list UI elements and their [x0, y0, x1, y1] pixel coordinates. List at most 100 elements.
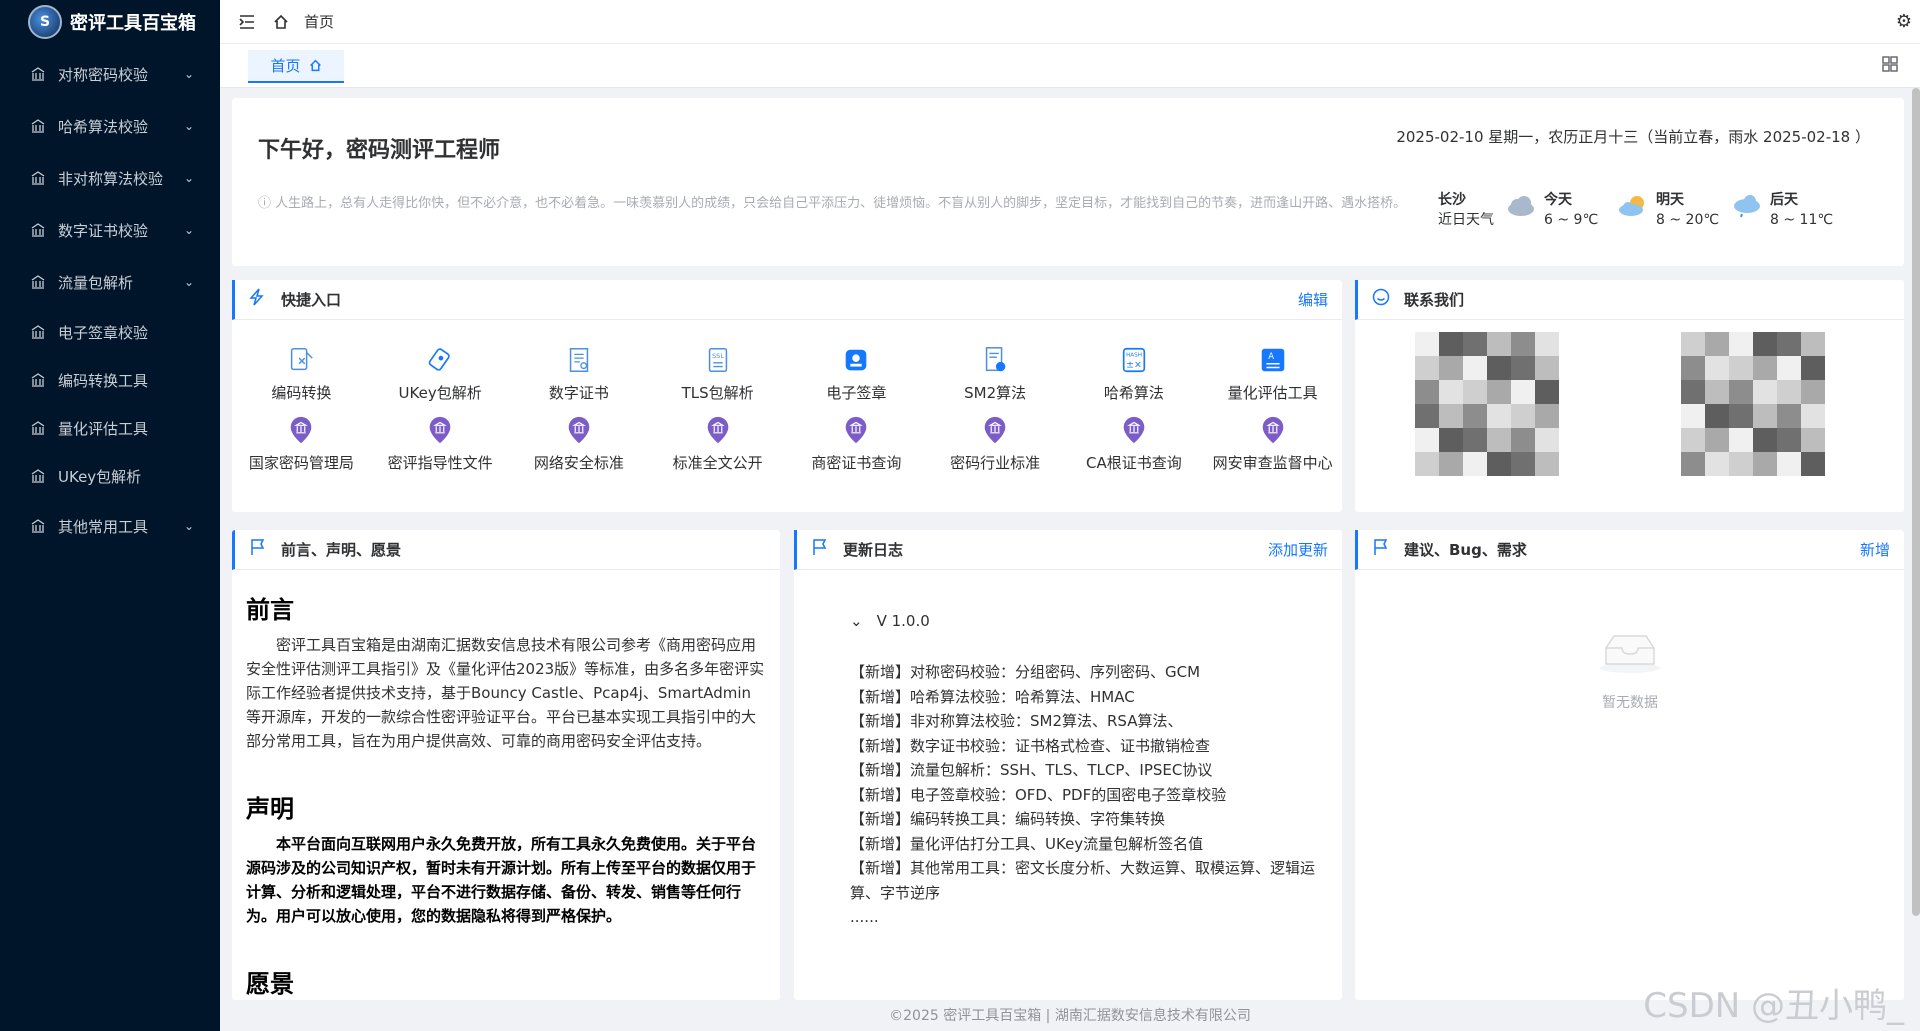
- sidebar-item[interactable]: 电子签章校验: [0, 308, 220, 356]
- quick-link-item[interactable]: 密评指导性文件: [371, 408, 510, 482]
- quick-entry-label: UKey包解析: [398, 384, 482, 402]
- version-toggle[interactable]: ⌄ V 1.0.0: [850, 612, 930, 630]
- card-title: 更新日志: [843, 541, 904, 559]
- sidebar-item-label: 量化评估工具: [58, 419, 149, 438]
- changelog-list: 【新增】对称密码校验：分组密码、序列密码、GCM 【新增】哈希算法校验：哈希算法、…: [850, 660, 1320, 930]
- logo[interactable]: S 密评工具百宝箱: [0, 0, 220, 44]
- quick-entry-item[interactable]: A 量化评估工具: [1203, 324, 1342, 408]
- quick-link-item[interactable]: 网络安全标准: [510, 408, 649, 482]
- section-heading: 前言: [246, 596, 294, 624]
- section-heading: 声明: [246, 795, 294, 823]
- changelog-card: 更新日志 添加更新 ⌄ V 1.0.0 【新增】对称密码校验：分组密码、序列密码…: [794, 530, 1342, 1000]
- sidebar-item-label: 其他常用工具: [58, 517, 149, 536]
- sidebar-item[interactable]: 量化评估工具: [0, 404, 220, 452]
- quick-entry-label: 量化评估工具: [1227, 384, 1318, 402]
- changelog-entry: 【新增】数字证书校验：证书格式检查、证书撤销检查: [850, 736, 1211, 755]
- flag-icon: [1372, 538, 1394, 561]
- svg-text:±×: ±×: [1126, 360, 1142, 371]
- quick-link-item[interactable]: 密码行业标准: [926, 408, 1065, 482]
- empty-box-icon: [1600, 635, 1660, 673]
- weather-day-temp: 6 ~ 9℃: [1544, 212, 1599, 228]
- flag-icon: [811, 538, 833, 561]
- sidebar-item[interactable]: 流量包解析 ⌄: [0, 256, 220, 308]
- changelog-entry: 【新增】编码转换工具：编码转换、字符集转换: [850, 810, 1166, 828]
- empty-text: 暂无数据: [1602, 695, 1658, 711]
- quick-link-item[interactable]: 商密证书查询: [787, 408, 926, 482]
- quick-entry-item[interactable]: SM2算法: [926, 324, 1065, 408]
- quote-text: 人生路上，总有人走得比你快，但不必介意，也不必着急。一味羡慕别人的成绩，只会给自…: [275, 196, 1407, 211]
- sidebar-item[interactable]: 其他常用工具 ⌄: [0, 500, 220, 552]
- quick-entry-item[interactable]: 电子签章: [787, 324, 926, 408]
- flag-icon: [249, 538, 271, 561]
- location-pin-icon: [1257, 414, 1289, 446]
- weather-city: 长沙 近日天气: [1438, 190, 1494, 230]
- tool-icon: A: [1257, 344, 1289, 376]
- changelog-entry: 【新增】非对称算法校验：SM2算法、RSA算法、: [850, 712, 1183, 730]
- grid-icon[interactable]: [1882, 56, 1898, 76]
- edit-link[interactable]: 编辑: [1298, 289, 1328, 310]
- quick-link-item[interactable]: 标准全文公开: [648, 408, 787, 482]
- gear-icon[interactable]: ⚙: [1896, 11, 1912, 32]
- rain-icon: [1734, 195, 1760, 218]
- sidebar-item[interactable]: 对称密码校验 ⌄: [0, 48, 220, 100]
- bank-icon: [30, 469, 46, 483]
- location-pin-icon: [979, 414, 1011, 446]
- location-pin-icon: [840, 414, 872, 446]
- suggestion-card: 建议、Bug、需求 新增 暂无数据: [1355, 530, 1904, 1000]
- chevron-down-icon: ⌄: [183, 119, 194, 133]
- quick-link-label: 密码行业标准: [950, 454, 1041, 472]
- changelog-entry: 【新增】其他常用工具：密文长度分析、大数运算、取模运算、逻辑运算、字节逆序: [850, 859, 1316, 902]
- qr-code-image: [1681, 332, 1825, 476]
- sidebar-item[interactable]: UKey包解析: [0, 452, 220, 500]
- quick-link-label: CA根证书查询: [1086, 454, 1182, 472]
- lightning-icon: [249, 288, 271, 311]
- quick-entry-item[interactable]: HASH ±× 哈希算法: [1065, 324, 1204, 408]
- card-header: 更新日志 添加更新: [794, 530, 1342, 570]
- tool-icon: [563, 344, 595, 376]
- sidebar-item[interactable]: 哈希算法校验 ⌄: [0, 100, 220, 152]
- sidebar-item[interactable]: 数字证书校验 ⌄: [0, 204, 220, 256]
- card-title: 前言、声明、愿景: [281, 541, 402, 559]
- bank-icon: [30, 119, 46, 133]
- add-update-link[interactable]: 添加更新: [1268, 539, 1328, 560]
- tabs-bar: 首页: [220, 44, 1920, 88]
- quick-entry-item[interactable]: 编码转换: [232, 324, 371, 408]
- location-pin-icon: [1118, 414, 1150, 446]
- add-suggestion-link[interactable]: 新增: [1860, 539, 1890, 560]
- preface-card: 前言、声明、愿景 前言 密评工具百宝箱是由湖南汇据数安信息技术有限公司参考《商用…: [232, 530, 780, 1000]
- info-icon: ⓘ: [258, 196, 276, 211]
- changelog-entry: ......: [850, 908, 879, 926]
- section-heading: 愿景: [246, 970, 294, 998]
- quick-entry-item[interactable]: 数字证书: [510, 324, 649, 408]
- quick-link-label: 国家密码管理局: [248, 454, 354, 472]
- menu-fold-icon[interactable]: [230, 0, 264, 44]
- quick-link-item[interactable]: 国家密码管理局: [232, 408, 371, 482]
- weather-day-label: 明天: [1656, 192, 1684, 208]
- sidebar-item[interactable]: 编码转换工具: [0, 356, 220, 404]
- empty-state: 暂无数据: [1580, 630, 1680, 712]
- weather-after-tomorrow: 后天 8 ~ 11℃: [1732, 190, 1833, 230]
- sidebar-item-label: 非对称算法校验: [58, 169, 164, 188]
- sidebar-item[interactable]: 非对称算法校验 ⌄: [0, 152, 220, 204]
- tab-home-label: 首页: [270, 57, 301, 75]
- tab-home[interactable]: 首页: [248, 50, 344, 83]
- qr-code-image: [1415, 332, 1559, 476]
- quick-link-item[interactable]: CA根证书查询: [1065, 408, 1204, 482]
- cloud-icon: [1508, 196, 1534, 216]
- changelog-entry: 【新增】电子签章校验：OFD、PDF的国密电子签章校验: [850, 785, 1227, 804]
- quick-entry-item[interactable]: UKey包解析: [371, 324, 510, 408]
- card-title: 快捷入口: [281, 291, 342, 309]
- bank-icon: [30, 519, 46, 533]
- bank-icon: [30, 223, 46, 237]
- chevron-down-icon: ⌄: [850, 612, 863, 630]
- breadcrumb[interactable]: 首页: [304, 11, 334, 32]
- smile-icon: [1372, 288, 1394, 311]
- welcome-card: 下午好，密码测评工程师 ⓘ 人生路上，总有人走得比你快，但不必介意，也不必着急。…: [232, 98, 1904, 266]
- scrollbar[interactable]: [1912, 88, 1920, 916]
- quick-entry-item[interactable]: SSL TLS包解析: [648, 324, 787, 408]
- chevron-down-icon: ⌄: [183, 67, 194, 81]
- sidebar-item-label: 电子签章校验: [58, 323, 149, 342]
- quick-link-item[interactable]: 网安审查监督中心: [1203, 408, 1342, 482]
- quick-entry-label: 哈希算法: [1103, 384, 1164, 402]
- home-icon[interactable]: [264, 0, 298, 44]
